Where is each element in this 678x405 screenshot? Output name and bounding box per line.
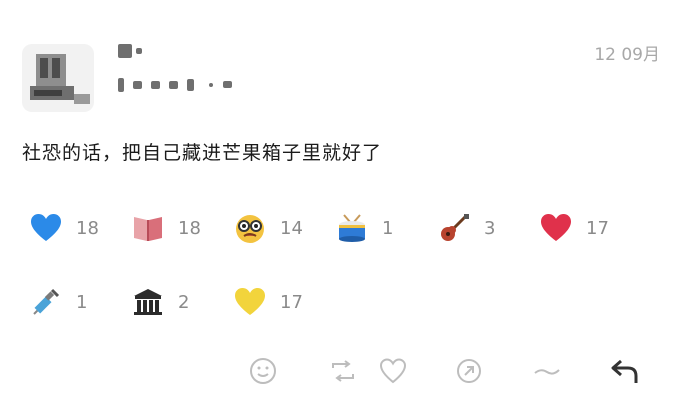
reaction-blue-heart[interactable]: 18 bbox=[30, 212, 104, 244]
reaction-book[interactable]: 18 bbox=[132, 212, 206, 244]
avatar[interactable] bbox=[22, 44, 94, 112]
reaction-yellow-heart[interactable]: 17 bbox=[234, 286, 308, 318]
reaction-count: 17 bbox=[280, 291, 303, 313]
more-icon[interactable] bbox=[528, 352, 566, 390]
guitar-icon bbox=[438, 212, 470, 244]
reaction-count: 1 bbox=[76, 291, 88, 313]
repost-icon[interactable] bbox=[324, 352, 362, 390]
reaction-classical-building[interactable]: 2 bbox=[132, 286, 206, 318]
reaction-row: 1 2 17 bbox=[30, 282, 670, 322]
reaction-syringe[interactable]: 1 bbox=[30, 286, 104, 318]
reaction-row: 18 18 14 1 3 17 bbox=[30, 208, 670, 248]
syringe-icon bbox=[30, 286, 62, 318]
reaction-count: 14 bbox=[280, 217, 303, 239]
user-subtitle bbox=[118, 74, 236, 93]
smile-icon[interactable] bbox=[244, 352, 282, 390]
reaction-count: 1 bbox=[382, 217, 394, 239]
username[interactable] bbox=[118, 40, 146, 59]
reaction-count: 17 bbox=[586, 217, 609, 239]
drum-icon bbox=[336, 212, 368, 244]
reaction-face-with-glasses[interactable]: 14 bbox=[234, 212, 308, 244]
reaction-count: 18 bbox=[76, 217, 99, 239]
blue-heart-icon bbox=[30, 212, 62, 244]
post-timestamp: 12 09月 bbox=[594, 45, 660, 65]
post-text: 社恐的话，把自己藏进芒果箱子里就好了 bbox=[22, 142, 383, 164]
reaction-list: 18 18 14 1 3 17 1 2 17 bbox=[30, 208, 670, 356]
reaction-red-heart[interactable]: 17 bbox=[540, 212, 614, 244]
reaction-guitar[interactable]: 3 bbox=[438, 212, 512, 244]
face-with-glasses-icon bbox=[234, 212, 266, 244]
action-bar bbox=[238, 352, 658, 392]
red-heart-icon bbox=[540, 212, 572, 244]
classical-building-icon bbox=[132, 286, 164, 318]
book-icon bbox=[132, 212, 164, 244]
share-icon[interactable] bbox=[450, 352, 488, 390]
reply-icon[interactable] bbox=[606, 352, 644, 390]
like-icon[interactable] bbox=[374, 352, 412, 390]
yellow-heart-icon bbox=[234, 286, 266, 318]
reaction-count: 18 bbox=[178, 217, 201, 239]
reaction-count: 2 bbox=[178, 291, 190, 313]
reaction-drum[interactable]: 1 bbox=[336, 212, 410, 244]
reaction-count: 3 bbox=[484, 217, 496, 239]
